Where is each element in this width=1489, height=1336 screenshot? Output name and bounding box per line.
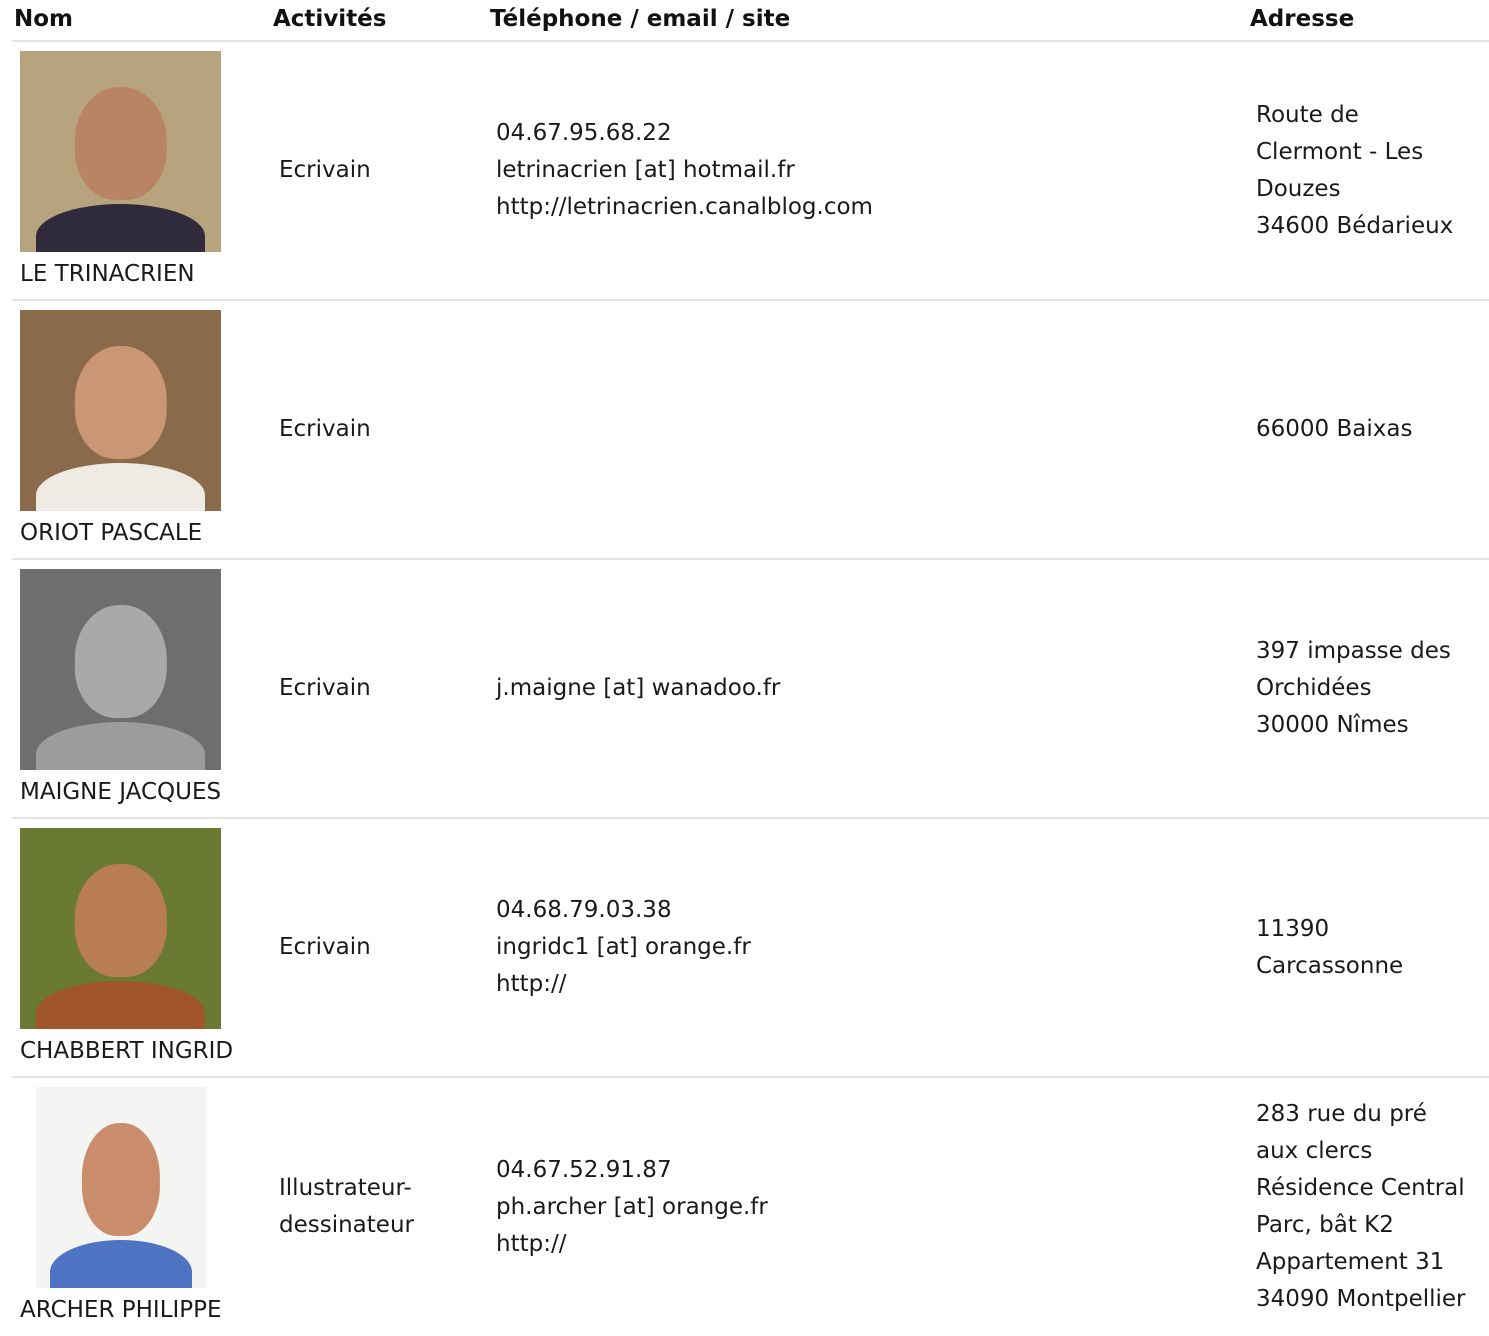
address-cell: 283 rue du pré aux clercs Résidence Cent… xyxy=(1248,1077,1489,1336)
address-line: Résidence Central xyxy=(1256,1175,1465,1201)
directory-table: Nom Activités Téléphone / email / site A… xyxy=(12,0,1489,1336)
address-line: Douzes xyxy=(1256,175,1341,202)
person-name: CHABBERT INGRID xyxy=(20,1038,234,1064)
contact-cell: j.maigne [at] wanadoo.fr xyxy=(488,559,1248,819)
address-line: 11390 xyxy=(1256,915,1330,942)
activity-line: Ecrivain xyxy=(279,675,371,701)
person-name: MAIGNE JACQUES xyxy=(20,779,222,805)
activity-line: dessinateur xyxy=(279,1212,414,1238)
name-cell: ARCHER PHILIPPE xyxy=(12,1077,271,1336)
address-line: 283 rue du pré xyxy=(1256,1101,1427,1127)
activity-line: Illustrateur- xyxy=(279,1175,412,1201)
address-line: Orchidées xyxy=(1256,675,1372,701)
phone-text: 04.68.79.03.38 xyxy=(496,897,672,923)
website-text: http:// xyxy=(496,971,567,997)
header-name: Nom xyxy=(12,0,271,42)
name-cell: CHABBERT INGRID xyxy=(12,818,271,1078)
address-line: 34600 Bédarieux xyxy=(1256,212,1454,239)
person-name: ARCHER PHILIPPE xyxy=(20,1297,222,1323)
address-line: 30000 Nîmes xyxy=(1256,712,1409,738)
activity-line: Ecrivain xyxy=(279,416,371,442)
profile-photo xyxy=(36,1087,206,1288)
address-line: Parc, bât K2 xyxy=(1256,1212,1394,1238)
table-row: CHABBERT INGRID Ecrivain 04.68.79.03.38 … xyxy=(12,818,1489,1078)
address-line: Clermont - Les xyxy=(1256,138,1424,165)
header-activity: Activités xyxy=(271,0,488,42)
name-cell: ORIOT PASCALE xyxy=(12,300,271,560)
email-text: letrinacrien [at] hotmail.fr xyxy=(496,157,795,183)
email-text: j.maigne [at] wanadoo.fr xyxy=(496,675,781,701)
contact-cell: 04.67.95.68.22 letrinacrien [at] hotmail… xyxy=(488,41,1248,301)
header-contact: Téléphone / email / site xyxy=(488,0,1248,42)
activity-line: Ecrivain xyxy=(279,934,371,960)
activity-line: Ecrivain xyxy=(279,157,371,183)
table-row: ORIOT PASCALE Ecrivain 66000 Baixas xyxy=(12,300,1489,560)
address-line: 397 impasse des xyxy=(1256,638,1451,664)
website-text: http:// xyxy=(496,1230,567,1257)
address-line: Appartement 31 xyxy=(1256,1249,1445,1275)
header-row: Nom Activités Téléphone / email / site A… xyxy=(12,0,1489,42)
address-line: Route de xyxy=(1256,101,1359,128)
activity-cell: Ecrivain xyxy=(271,41,488,301)
name-cell: LE TRINACRIEN xyxy=(12,41,271,301)
profile-photo xyxy=(20,51,221,252)
name-cell: MAIGNE JACQUES xyxy=(12,559,271,819)
activity-cell: Ecrivain xyxy=(271,559,488,819)
address-cell: 397 impasse des Orchidées 30000 Nîmes xyxy=(1248,559,1489,819)
contact-cell xyxy=(488,300,1248,560)
header-address: Adresse xyxy=(1248,0,1489,42)
address-line: 34090 Montpellier xyxy=(1256,1286,1466,1312)
address-cell: Route de Clermont - Les Douzes 34600 Béd… xyxy=(1248,41,1489,301)
table-row: MAIGNE JACQUES Ecrivain j.maigne [at] wa… xyxy=(12,559,1489,819)
email-text: ph.archer [at] orange.fr xyxy=(496,1193,768,1220)
directory-rows: LE TRINACRIEN Ecrivain 04.67.95.68.22 le… xyxy=(12,41,1489,1336)
address-cell: 11390 Carcassonne xyxy=(1248,818,1489,1078)
profile-photo xyxy=(20,828,221,1029)
activity-cell: Ecrivain xyxy=(271,300,488,560)
activity-cell: Ecrivain xyxy=(271,818,488,1078)
contact-cell: 04.68.79.03.38 ingridc1 [at] orange.fr h… xyxy=(488,818,1248,1078)
address-line: aux clercs xyxy=(1256,1138,1373,1164)
address-line: Carcassonne xyxy=(1256,952,1404,979)
email-text: ingridc1 [at] orange.fr xyxy=(496,934,751,960)
person-name: ORIOT PASCALE xyxy=(20,520,203,546)
address-cell: 66000 Baixas xyxy=(1248,300,1489,560)
profile-photo xyxy=(20,310,221,511)
table-row: ARCHER PHILIPPE Illustrateur- dessinateu… xyxy=(12,1077,1489,1336)
activity-cell: Illustrateur- dessinateur xyxy=(271,1077,488,1336)
person-name: LE TRINACRIEN xyxy=(20,261,195,287)
profile-photo xyxy=(20,569,221,770)
phone-text: 04.67.52.91.87 xyxy=(496,1156,672,1183)
address-line: 66000 Baixas xyxy=(1256,416,1413,442)
website-text: http://letrinacrien.canalblog.com xyxy=(496,194,873,220)
contact-cell: 04.67.52.91.87 ph.archer [at] orange.fr … xyxy=(488,1077,1248,1336)
phone-text: 04.67.95.68.22 xyxy=(496,120,672,146)
table-row: LE TRINACRIEN Ecrivain 04.67.95.68.22 le… xyxy=(12,41,1489,301)
